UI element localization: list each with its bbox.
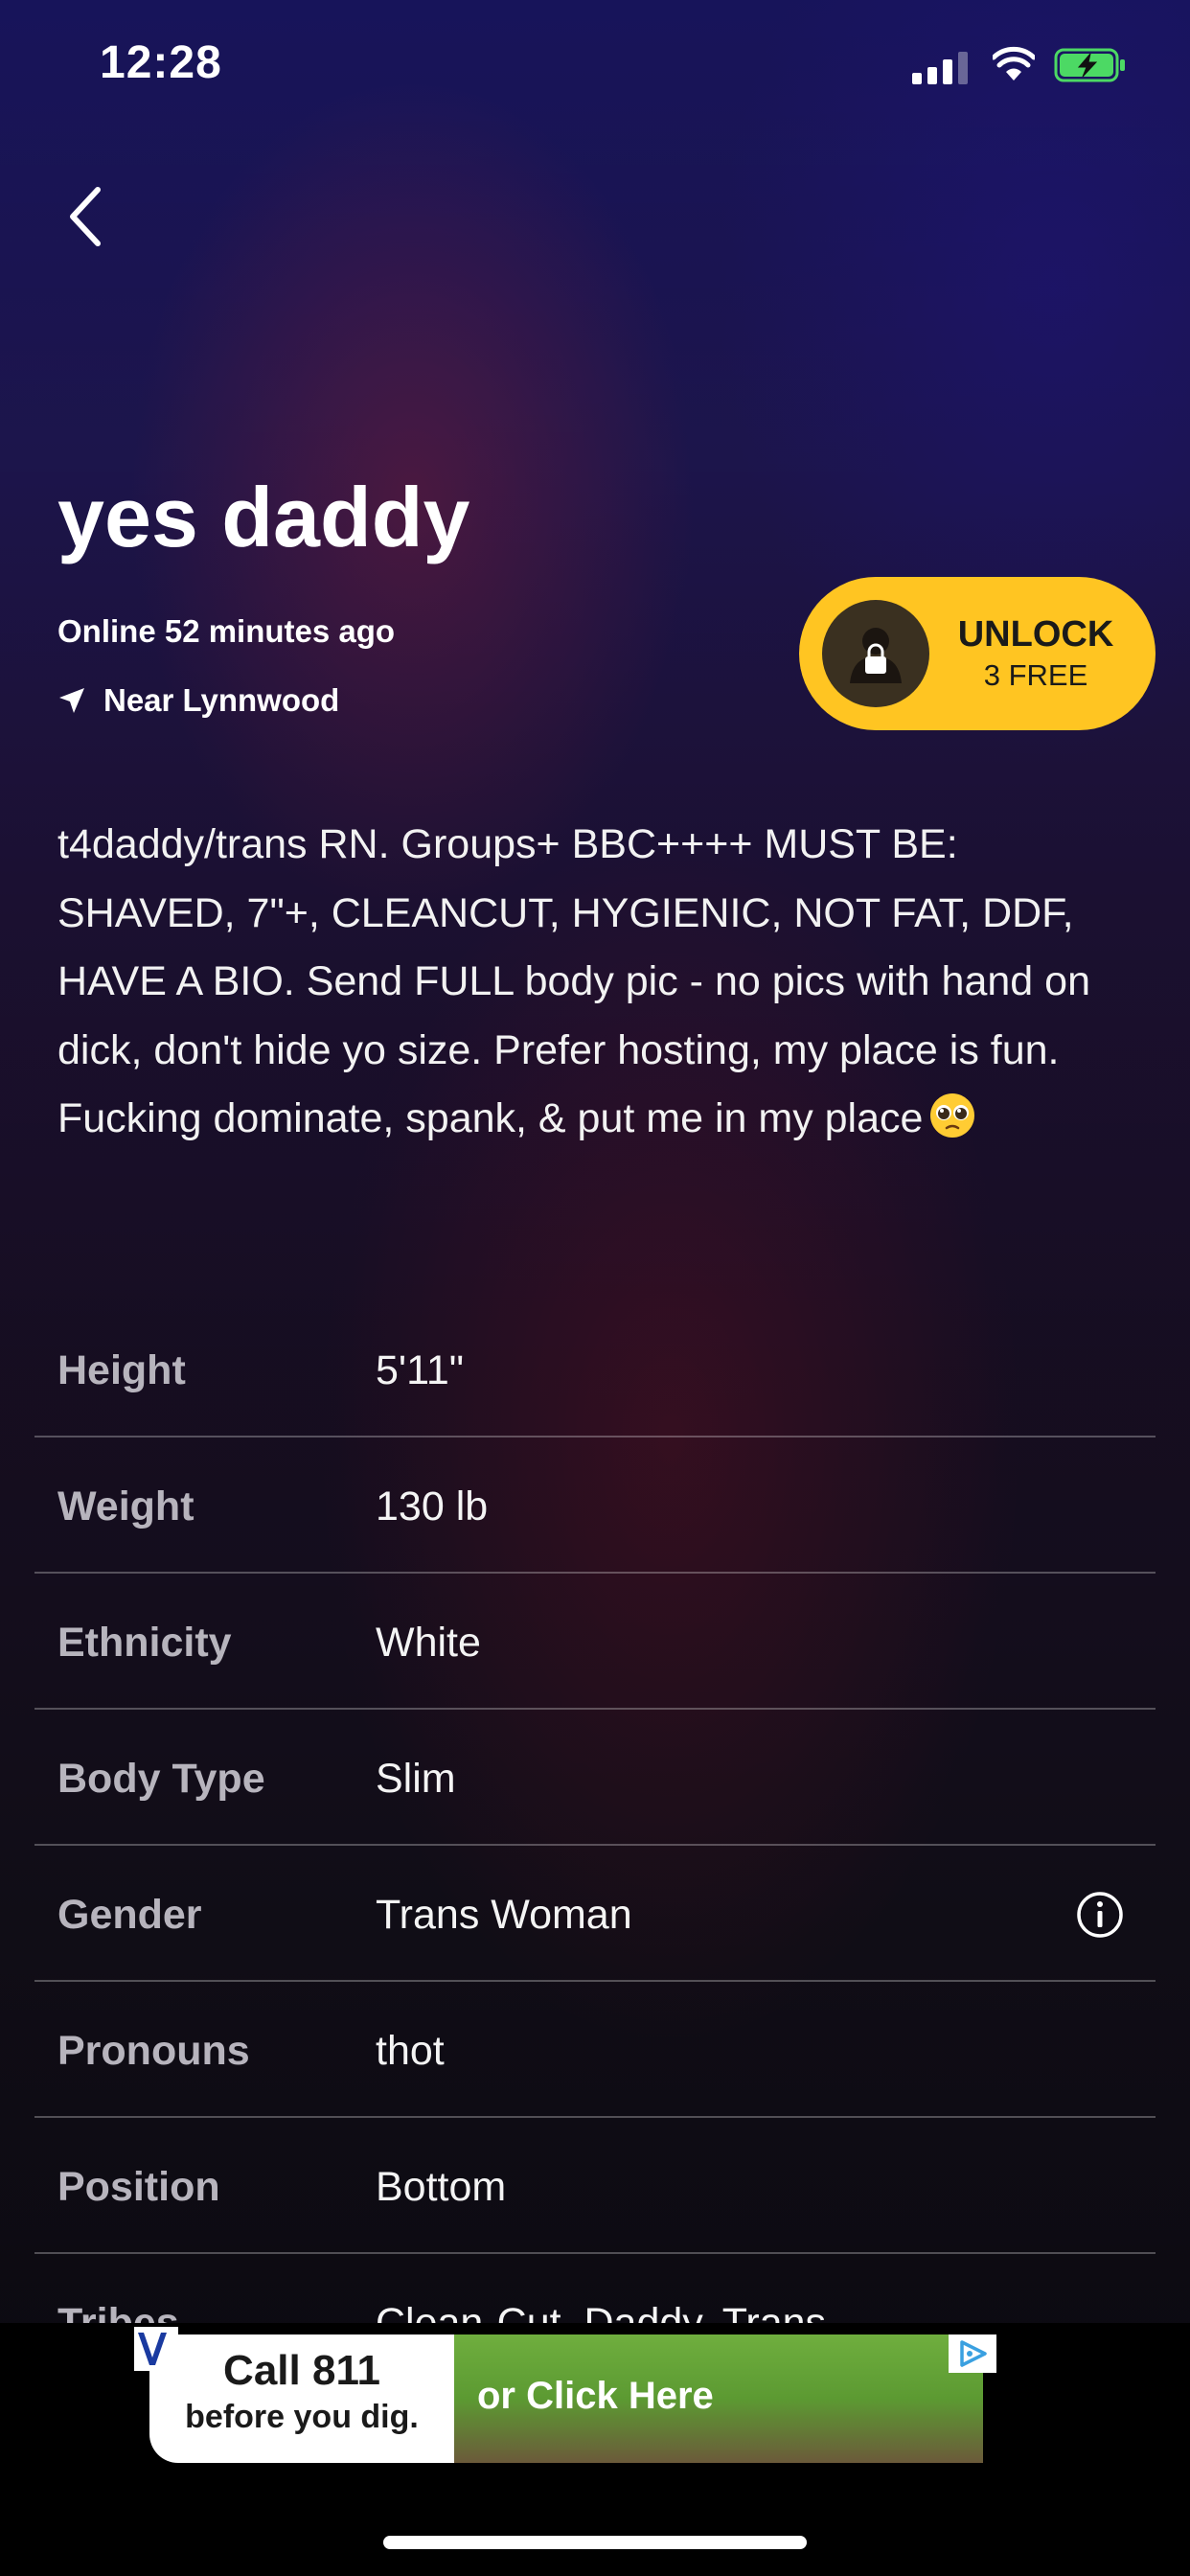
ad-banner[interactable]: Call 811 before you dig. or Click Here — [149, 2334, 983, 2463]
back-chevron-icon[interactable] — [59, 182, 117, 251]
advertiser-logo-icon — [134, 2327, 178, 2371]
stat-row-weight: Weight 130 lb — [34, 1438, 1156, 1574]
stat-value: thot — [376, 2028, 445, 2074]
stat-label: Position — [57, 2164, 220, 2210]
location-row: Near Lynnwood — [57, 682, 339, 719]
lock-avatar — [822, 600, 929, 707]
profile-stats: Height 5'11" Weight 130 lb Ethnicity Whi… — [34, 1301, 1156, 2388]
pleading-face-emoji-icon — [930, 1093, 975, 1138]
stat-row-gender: Gender Trans Woman — [34, 1846, 1156, 1982]
profile-name: yes daddy — [57, 470, 470, 564]
stat-row-ethnicity: Ethnicity White — [34, 1574, 1156, 1710]
stat-row-body-type: Body Type Slim — [34, 1710, 1156, 1846]
stat-row-height: Height 5'11" — [34, 1301, 1156, 1438]
status-bar: 12:28 — [0, 0, 1190, 134]
ad-dig-text: before you dig. — [185, 2399, 419, 2435]
stat-row-pronouns: Pronouns thot — [34, 1982, 1156, 2118]
unlock-title: UNLOCK — [957, 614, 1114, 655]
ad-left-panel: Call 811 before you dig. — [149, 2334, 454, 2463]
navigation-arrow-icon — [59, 688, 84, 713]
location-label: Near Lynnwood — [103, 682, 340, 718]
stat-value: Trans Woman — [376, 1892, 632, 1938]
stat-label: Pronouns — [57, 2028, 250, 2074]
ad-choices-icon[interactable] — [949, 2334, 996, 2373]
home-indicator[interactable] — [383, 2536, 807, 2549]
stat-label: Ethnicity — [57, 1620, 232, 1666]
stat-value: White — [376, 1620, 481, 1666]
wifi-icon — [993, 46, 1035, 80]
info-icon[interactable] — [1075, 1890, 1125, 1940]
stat-row-position: Position Bottom — [34, 2118, 1156, 2254]
unlock-subtitle: 3 FREE — [983, 658, 1088, 692]
battery-charging-icon — [1054, 48, 1125, 82]
online-status: Online 52 minutes ago — [57, 613, 396, 649]
stat-value: Slim — [376, 1756, 456, 1802]
stat-label: Weight — [57, 1484, 195, 1530]
lock-icon — [850, 628, 902, 683]
stat-label: Body Type — [57, 1756, 265, 1802]
stat-value: Bottom — [376, 2164, 507, 2210]
status-time: 12:28 — [100, 37, 222, 88]
cellular-signal-icon — [912, 50, 970, 84]
ad-image-panel: or Click Here — [454, 2334, 983, 2463]
stat-label: Height — [57, 1347, 186, 1393]
unlock-button[interactable]: UNLOCK 3 FREE — [799, 577, 1156, 730]
stat-value: 130 lb — [376, 1484, 489, 1530]
ad-click-text: or Click Here — [477, 2375, 714, 2417]
stat-label: Gender — [57, 1892, 202, 1938]
stat-value: 5'11" — [376, 1347, 465, 1393]
profile-bio: t4daddy/trans RN. Groups+ BBC++++ MUST B… — [57, 811, 1140, 1154]
ad-call-text: Call 811 — [223, 2347, 380, 2394]
